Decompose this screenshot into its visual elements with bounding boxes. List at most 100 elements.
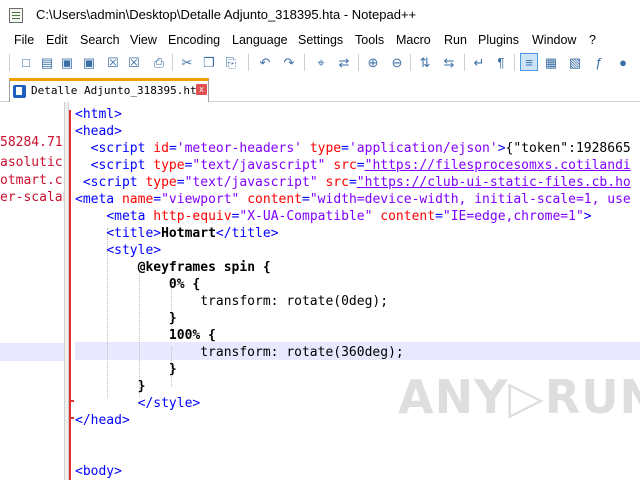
zoom-in-button[interactable]: ⊕ — [364, 53, 382, 71]
code-line: <title>Hotmart</title> — [75, 225, 278, 242]
code-token: transform: rotate(360deg); — [75, 345, 404, 360]
close-all-button[interactable]: ☒ — [125, 53, 143, 71]
record-macro-button[interactable]: ● — [614, 53, 632, 71]
menu-file[interactable]: File — [14, 33, 34, 47]
record-macro-icon: ● — [619, 54, 627, 70]
code-line: 0% { — [75, 276, 200, 293]
sync-horizontal-button[interactable]: ⇆ — [440, 53, 458, 71]
menu-run[interactable]: Run — [444, 33, 467, 47]
code-token: <style> — [106, 243, 162, 258]
menu-macro[interactable]: Macro — [396, 33, 431, 47]
menu-language[interactable]: Language — [232, 33, 288, 47]
toolbar-separator — [514, 54, 515, 71]
code-token: 0% { — [168, 277, 201, 292]
show-all-chars-button[interactable]: ¶ — [492, 53, 510, 71]
open-button[interactable]: ▤ — [38, 53, 56, 71]
fold-line-html — [69, 110, 71, 480]
menu-help[interactable]: ? — [589, 33, 596, 47]
menu-encoding[interactable]: Encoding — [168, 33, 220, 47]
code-line: transform: rotate(360deg); — [75, 344, 404, 361]
code-token: <meta — [106, 209, 154, 224]
tab-close-icon[interactable]: x — [196, 84, 207, 95]
menu-window[interactable]: Window — [532, 33, 576, 47]
secondary-current-line — [0, 343, 64, 361]
zoom-out-icon: ⊖ — [391, 54, 403, 70]
tab-label: Detalle Adjunto_318395.hta — [31, 84, 204, 97]
save-button[interactable]: ▣ — [58, 53, 76, 71]
code-token: content — [380, 209, 436, 224]
print-icon: ⎙ — [153, 54, 165, 70]
word-wrap-button[interactable]: ↵ — [470, 53, 488, 71]
map-icon: ▧ — [568, 54, 582, 70]
code-token: > — [583, 209, 592, 224]
menu-view[interactable]: View — [130, 33, 157, 47]
toolbar: □ ▤ ▣ ▣ ☒ ☒ ⎙ ✂ ❐ ⎘ ↶ ↷ ⌖ ⇄ ⊕ ⊖ ⇅ ⇆ ↵ ¶ ≡ ▦ ▧ ƒ ● — [0, 50, 640, 76]
menu-plugins[interactable]: Plugins — [478, 33, 519, 47]
code-token: transform: rotate(0deg); — [75, 294, 389, 309]
menu-tools[interactable]: Tools — [355, 33, 384, 47]
paste-button[interactable]: ⎘ — [222, 53, 240, 71]
cut-button[interactable]: ✂ — [178, 53, 196, 71]
toolbar-separator — [248, 54, 249, 71]
code-token: http-equiv — [153, 209, 232, 224]
code-token: name — [121, 192, 154, 207]
title-bar: C:\Users\admin\Desktop\Detalle Adjunto_3… — [0, 0, 640, 30]
secondary-view-line: 58284.711 — [0, 135, 64, 150]
menu-settings[interactable]: Settings — [298, 33, 343, 47]
code-token: {"token":1928665 — [505, 141, 631, 156]
folder-workspace-icon: ▦ — [544, 54, 558, 70]
sync-vertical-button[interactable]: ⇅ — [416, 53, 434, 71]
code-line: <style> — [75, 242, 161, 259]
code-line: } — [75, 310, 177, 327]
print-button[interactable]: ⎙ — [150, 53, 168, 71]
show-all-chars-icon: ¶ — [497, 54, 505, 70]
code-line: <head> — [75, 123, 122, 140]
code-token: "width=device-width, initial-scale=1, us… — [309, 192, 631, 207]
toolbar-separator — [464, 54, 465, 71]
code-token: } — [137, 379, 146, 394]
undo-button[interactable]: ↶ — [256, 53, 274, 71]
folder-workspace-button[interactable]: ▦ — [542, 53, 560, 71]
code-token: type — [145, 175, 177, 190]
code-token: <script — [82, 175, 146, 190]
menu-edit[interactable]: Edit — [46, 33, 68, 47]
close-button[interactable]: ☒ — [104, 53, 122, 71]
indent-guide-icon: ≡ — [525, 54, 533, 70]
zoom-out-button[interactable]: ⊖ — [388, 53, 406, 71]
cut-icon: ✂ — [181, 54, 193, 70]
map-button[interactable]: ▧ — [566, 53, 584, 71]
tab-detalle-adjunto[interactable]: Detalle Adjunto_318395.hta x — [9, 78, 209, 102]
code-token: content — [247, 192, 303, 207]
code-line: <meta name="viewport" content="width=dev… — [75, 191, 631, 208]
code-token: </head> — [75, 413, 130, 428]
replace-icon: ⇄ — [338, 54, 350, 70]
function-list-button[interactable]: ƒ — [590, 53, 608, 71]
copy-button[interactable]: ❐ — [200, 53, 218, 71]
menu-search[interactable]: Search — [80, 33, 120, 47]
code-line: <html> — [75, 106, 122, 123]
secondary-view-line: er-scalab — [0, 190, 64, 205]
redo-button[interactable]: ↷ — [280, 53, 298, 71]
redo-icon: ↷ — [283, 54, 295, 70]
code-token: "text/javascript" — [184, 175, 318, 190]
find-button[interactable]: ⌖ — [312, 53, 330, 71]
saved-file-icon — [13, 85, 26, 98]
code-token: type — [153, 158, 185, 173]
toolbar-separator — [304, 54, 305, 71]
replace-button[interactable]: ⇄ — [335, 53, 353, 71]
save-all-button[interactable]: ▣ — [80, 53, 98, 71]
secondary-view[interactable]: 58284.711 asolutic otmart.cc er-scalab — [0, 102, 64, 480]
new-button[interactable]: □ — [17, 53, 35, 71]
sync-vertical-icon: ⇅ — [419, 54, 431, 70]
indent-guide-button[interactable]: ≡ — [520, 53, 538, 71]
code-token: <script — [90, 141, 154, 156]
code-token: @keyframes spin { — [137, 260, 271, 275]
code-token: } — [168, 311, 177, 326]
